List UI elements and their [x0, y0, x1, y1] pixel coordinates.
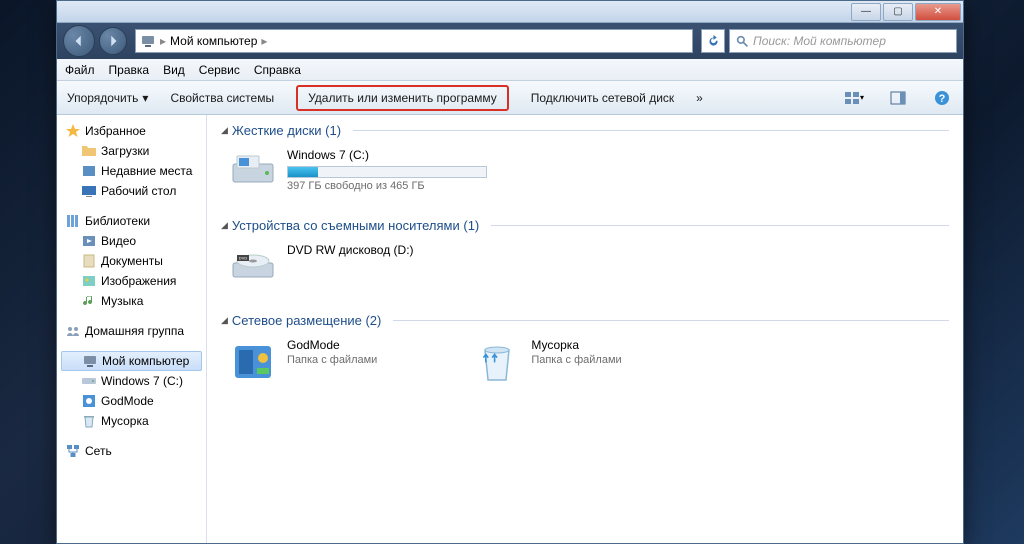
category-header-network[interactable]: ◢Сетевое размещение (2) [221, 313, 949, 328]
close-button[interactable]: ✕ [915, 3, 961, 21]
category-network: ◢Сетевое размещение (2) GodMode Папка с … [221, 313, 949, 394]
drive-icon [81, 373, 97, 389]
item-sub: Папка с файлами [531, 354, 621, 366]
refresh-button[interactable] [701, 29, 725, 53]
preview-pane-button[interactable] [887, 87, 909, 109]
menu-help[interactable]: Справка [254, 63, 301, 77]
category-removable: ◢Устройства со съемными носителями (1) D… [221, 218, 949, 299]
control-panel-icon [81, 393, 97, 409]
picture-icon [81, 273, 97, 289]
sidebar-item-video[interactable]: Видео [57, 231, 206, 251]
view-options-button[interactable]: ▾ [843, 87, 865, 109]
sidebar-item-pictures[interactable]: Изображения [57, 271, 206, 291]
svg-text:?: ? [939, 93, 946, 105]
search-placeholder: Поиск: Мой компьютер [753, 34, 886, 48]
sidebar-favorites[interactable]: Избранное [57, 121, 206, 141]
dvd-name: DVD RW дисковод (D:) [287, 243, 941, 257]
breadcrumb-sep: ▸ [261, 34, 267, 48]
navbar: ▸ Мой компьютер ▸ Поиск: Мой компьютер [57, 23, 963, 59]
sidebar-item-drive-c[interactable]: Windows 7 (C:) [57, 371, 206, 391]
drive-c-item[interactable]: Windows 7 (C:) 397 ГБ свободно из 465 ГБ [221, 144, 949, 204]
titlebar: — ▢ ✕ [57, 1, 963, 23]
library-icon [65, 213, 81, 229]
sidebar-item-recent[interactable]: Недавние места [57, 161, 206, 181]
desktop-icon [81, 183, 97, 199]
recent-icon [81, 163, 97, 179]
sidebar: Избранное Загрузки Недавние места Рабочи… [57, 115, 207, 543]
trash-item[interactable]: Мусорка Папка с файлами [465, 334, 629, 394]
video-icon [81, 233, 97, 249]
organize-button[interactable]: Упорядочить▾ [67, 91, 148, 105]
system-properties-button[interactable]: Свойства системы [170, 91, 274, 105]
hdd-icon [229, 148, 277, 196]
menu-view[interactable]: Вид [163, 63, 185, 77]
computer-icon [82, 353, 98, 369]
explorer-window: — ▢ ✕ ▸ Мой компьютер ▸ Поиск: Мой компь… [56, 0, 964, 544]
forward-button[interactable] [99, 27, 127, 55]
drive-name: Windows 7 (C:) [287, 148, 941, 162]
toolbar: Упорядочить▾ Свойства системы Удалить ил… [57, 81, 963, 115]
homegroup-icon [65, 323, 81, 339]
trash-icon [81, 413, 97, 429]
sidebar-homegroup[interactable]: Домашняя группа [57, 321, 206, 341]
star-icon [65, 123, 81, 139]
item-name: GodMode [287, 338, 377, 352]
sidebar-item-music[interactable]: Музыка [57, 291, 206, 311]
drive-usage-bar [287, 166, 487, 178]
sidebar-item-documents[interactable]: Документы [57, 251, 206, 271]
help-button[interactable]: ? [931, 87, 953, 109]
music-icon [81, 293, 97, 309]
sidebar-item-downloads[interactable]: Загрузки [57, 141, 206, 161]
minimize-button[interactable]: — [851, 3, 881, 21]
content-area: Избранное Загрузки Недавние места Рабочи… [57, 115, 963, 543]
folder-icon [81, 143, 97, 159]
drive-free-text: 397 ГБ свободно из 465 ГБ [287, 180, 941, 192]
addressbar[interactable]: ▸ Мой компьютер ▸ [135, 29, 693, 53]
sidebar-item-godmode[interactable]: GodMode [57, 391, 206, 411]
sidebar-item-desktop[interactable]: Рабочий стол [57, 181, 206, 201]
dvd-icon: DVD [229, 243, 277, 291]
dvd-drive-item[interactable]: DVD DVD RW дисковод (D:) [221, 239, 949, 299]
maximize-button[interactable]: ▢ [883, 3, 913, 21]
menu-edit[interactable]: Правка [109, 63, 150, 77]
toolbar-overflow[interactable]: » [696, 91, 703, 105]
menu-file[interactable]: Файл [65, 63, 95, 77]
category-header-removable[interactable]: ◢Устройства со съемными носителями (1) [221, 218, 949, 233]
breadcrumb[interactable]: Мой компьютер [166, 34, 261, 48]
sidebar-item-trash[interactable]: Мусорка [57, 411, 206, 431]
sidebar-network[interactable]: Сеть [57, 441, 206, 461]
svg-text:DVD: DVD [239, 256, 248, 261]
uninstall-program-button[interactable]: Удалить или изменить программу [296, 85, 509, 111]
category-header-hdd[interactable]: ◢Жесткие диски (1) [221, 123, 949, 138]
menu-service[interactable]: Сервис [199, 63, 240, 77]
control-panel-icon [229, 338, 277, 386]
computer-icon [140, 33, 156, 49]
search-icon [736, 35, 749, 48]
recycle-bin-icon [473, 338, 521, 386]
sidebar-computer[interactable]: Мой компьютер [61, 351, 202, 371]
category-hdd: ◢Жесткие диски (1) Windows 7 (C:) 397 ГБ… [221, 123, 949, 204]
network-icon [65, 443, 81, 459]
back-button[interactable] [63, 25, 95, 57]
main-panel: ◢Жесткие диски (1) Windows 7 (C:) 397 ГБ… [207, 115, 963, 543]
item-name: Мусорка [531, 338, 621, 352]
map-network-drive-button[interactable]: Подключить сетевой диск [531, 91, 674, 105]
document-icon [81, 253, 97, 269]
godmode-item[interactable]: GodMode Папка с файлами [221, 334, 385, 394]
search-input[interactable]: Поиск: Мой компьютер [729, 29, 957, 53]
menubar: Файл Правка Вид Сервис Справка [57, 59, 963, 81]
item-sub: Папка с файлами [287, 354, 377, 366]
sidebar-libraries[interactable]: Библиотеки [57, 211, 206, 231]
